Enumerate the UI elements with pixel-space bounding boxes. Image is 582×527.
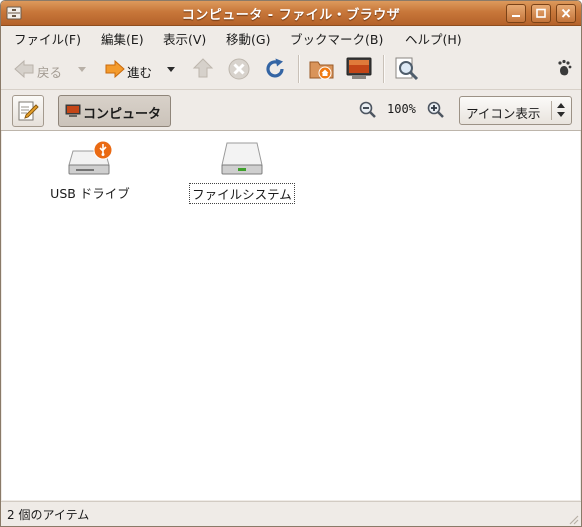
up-down-arrows-icon (557, 103, 565, 117)
minimize-button[interactable] (506, 4, 526, 23)
zoom-out-icon[interactable] (359, 101, 377, 119)
menu-bar: ファイル(F) 編集(E) 表示(V) 移動(G) ブックマーク(B) ヘルプ(… (1, 26, 581, 48)
menu-edit[interactable]: 編集(E) (101, 29, 144, 48)
up-arrow-icon[interactable] (192, 57, 214, 81)
view-mode-value: アイコン表示 (466, 106, 541, 121)
maximize-button[interactable] (531, 4, 551, 23)
item-label: ファイルシステム (189, 183, 295, 204)
menu-view[interactable]: 表示(V) (163, 29, 206, 48)
forward-history-dropdown-icon[interactable] (166, 57, 176, 81)
search-icon[interactable] (395, 57, 419, 81)
toolbar: 戻る 進む (1, 49, 581, 90)
back-button[interactable]: 戻る (13, 57, 69, 81)
toggle-location-entry-button[interactable] (12, 95, 44, 127)
back-arrow-icon (14, 59, 34, 79)
computer-icon (65, 104, 81, 117)
forward-button[interactable]: 進む (104, 57, 160, 81)
window-title: コンピュータ - ファイル・ブラウザ (181, 8, 401, 23)
path-button-computer[interactable]: コンピュータ (58, 95, 171, 127)
drive-item-filesystem[interactable]: ファイルシステム (184, 139, 300, 204)
home-folder-icon[interactable] (309, 57, 335, 81)
hard-drive-icon (221, 142, 263, 175)
zoom-in-icon[interactable] (427, 101, 445, 119)
file-browser-window: コンピュータ - ファイル・ブラウザ ファイル(F) 編集(E) 表示(V) 移… (0, 0, 582, 527)
select-divider (551, 101, 552, 120)
minimize-icon (512, 15, 520, 17)
menu-bookmarks[interactable]: ブックマーク(B) (290, 29, 383, 48)
zoom-level[interactable]: 100% (387, 102, 416, 116)
close-button[interactable] (556, 4, 576, 23)
computer-icon[interactable] (346, 57, 372, 81)
toolbar-separator (298, 55, 300, 83)
status-bar: 2 個のアイテム (1, 501, 581, 526)
menu-help[interactable]: ヘルプ(H) (405, 29, 462, 48)
path-button-label: コンピュータ (83, 107, 162, 122)
item-count: 2 個のアイテム (7, 508, 90, 522)
resize-grip-icon[interactable] (567, 513, 579, 525)
edit-pencil-icon (18, 101, 39, 121)
toolbar-separator (383, 55, 385, 83)
maximize-icon (536, 8, 546, 18)
title-bar[interactable]: コンピュータ - ファイル・ブラウザ (1, 1, 581, 26)
forward-arrow-icon (105, 59, 125, 79)
throbber-icon (558, 59, 572, 76)
close-icon (561, 8, 571, 18)
view-mode-select[interactable]: アイコン表示 (459, 96, 572, 125)
menu-go[interactable]: 移動(G) (226, 29, 270, 48)
back-history-dropdown-icon[interactable] (77, 57, 87, 81)
icon-view[interactable]: USB ドライブ ファイルシステム (2, 131, 580, 500)
drive-item-usb[interactable]: USB ドライブ (40, 139, 140, 202)
item-label: USB ドライブ (50, 186, 130, 201)
stop-icon[interactable] (227, 57, 251, 81)
reload-icon[interactable] (263, 57, 287, 81)
usb-drive-icon (68, 140, 113, 175)
location-bar: コンピュータ 100% アイコン表示 (1, 90, 581, 131)
menu-file[interactable]: ファイル(F) (14, 29, 81, 48)
